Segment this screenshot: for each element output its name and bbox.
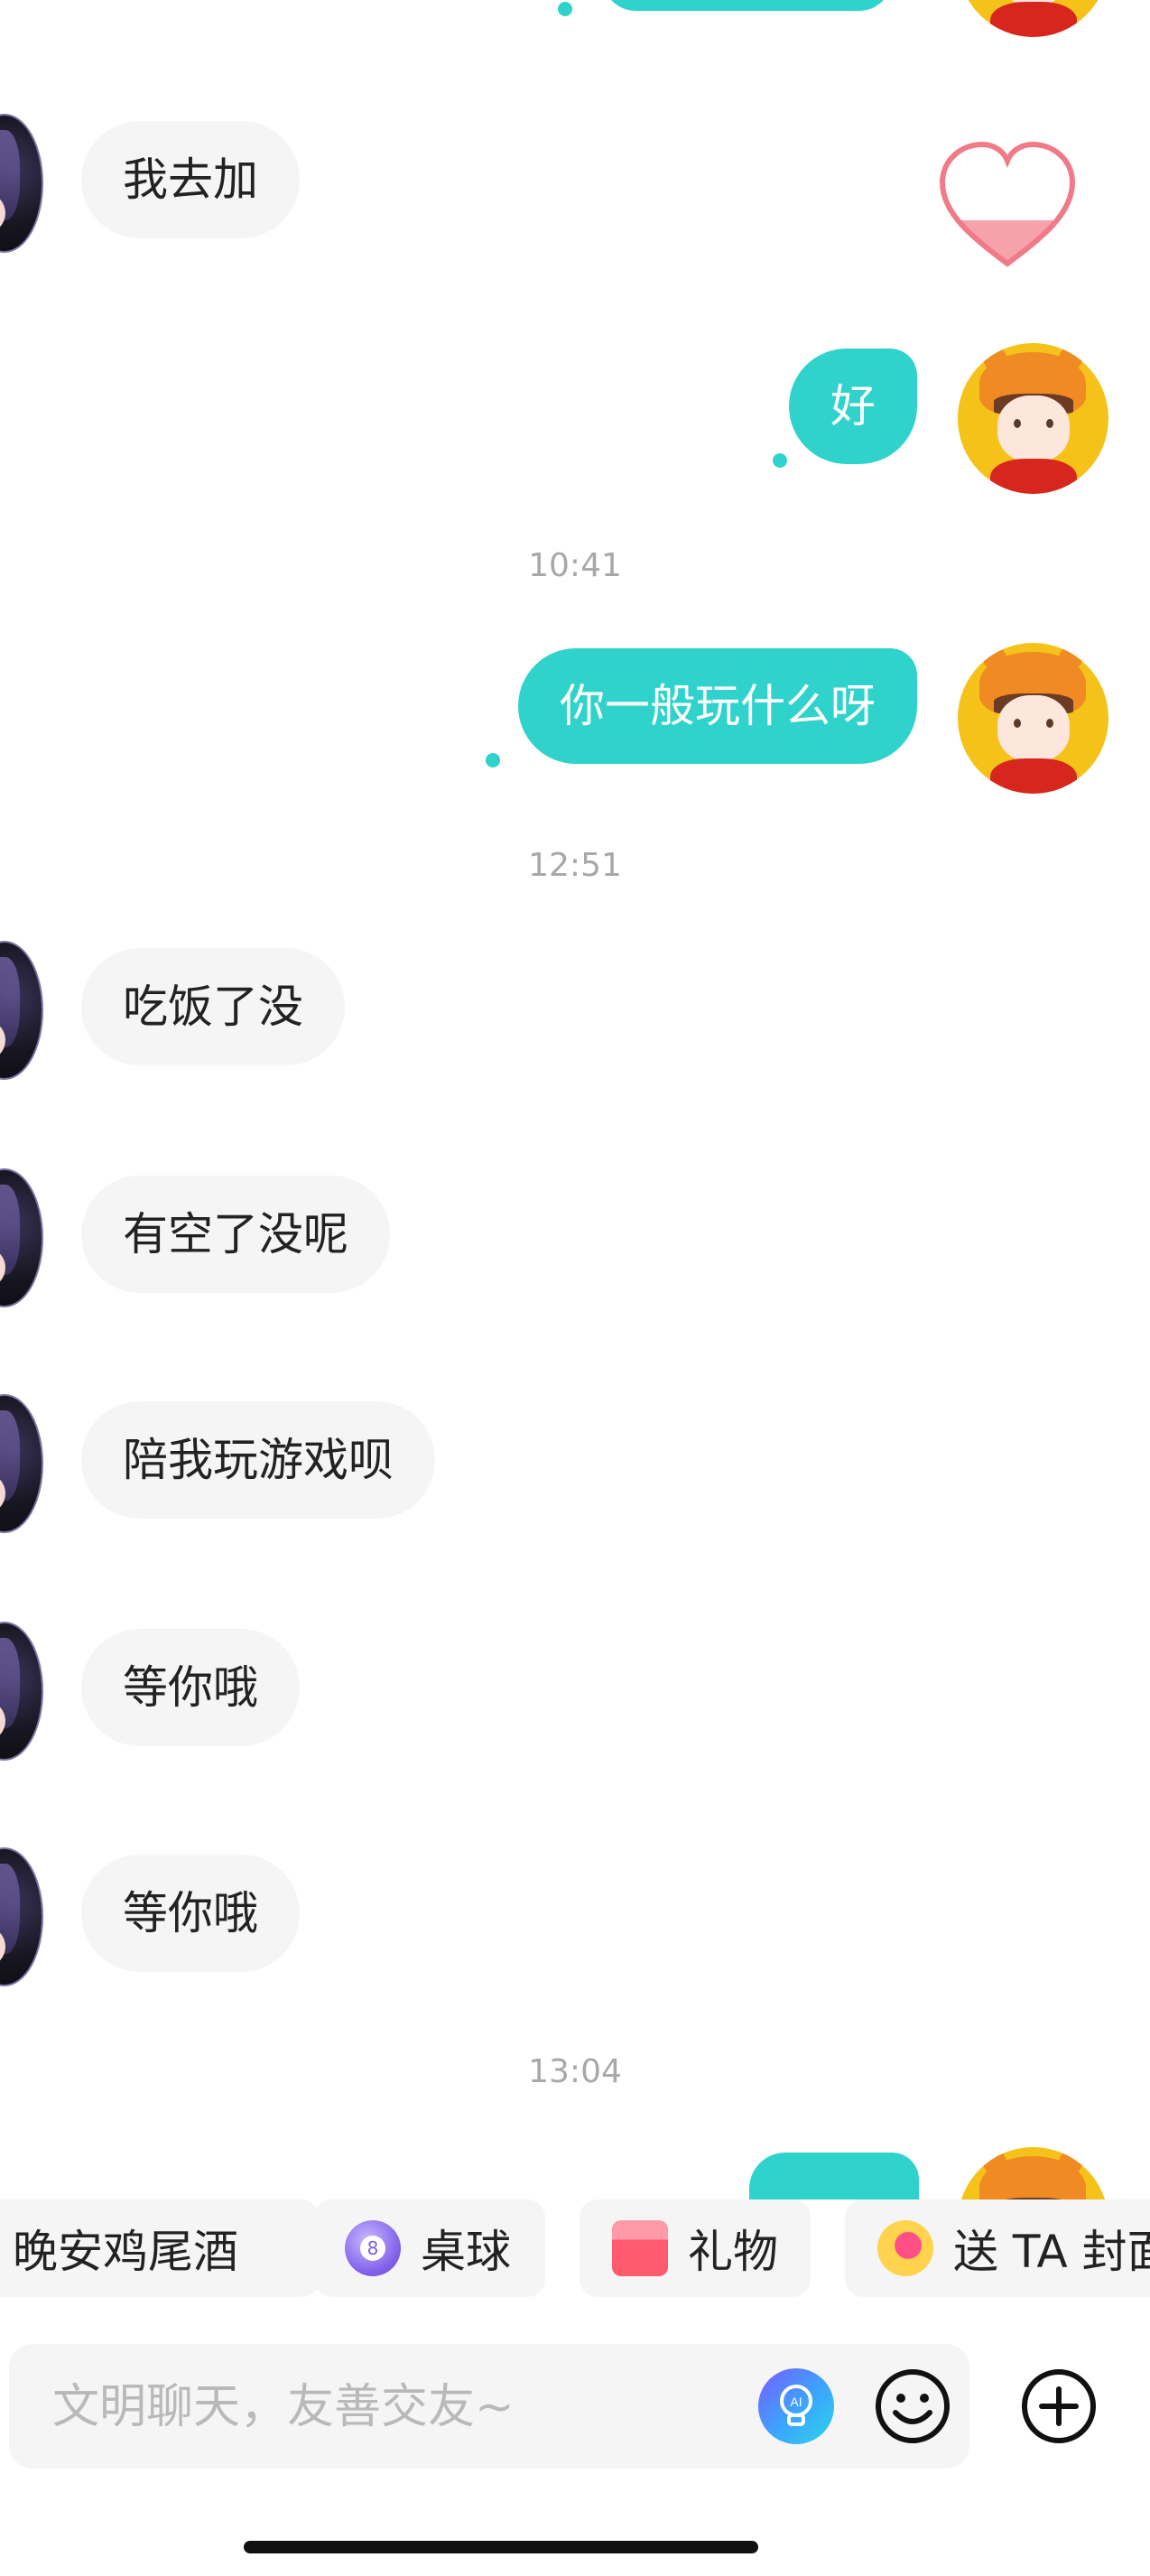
timestamp: 10:41 [528, 547, 622, 584]
chip-label: 晚安鸡尾酒 [13, 2226, 238, 2278]
contact-avatar[interactable] [0, 1622, 43, 1761]
my-avatar[interactable] [958, 343, 1108, 494]
contact-avatar[interactable] [0, 1847, 43, 1986]
message-bubble-incoming: 等你哦 [81, 1629, 300, 1746]
home-indicator[interactable] [244, 2541, 758, 2553]
message-bubble-outgoing-partial [749, 2153, 919, 2199]
chip-label: 送 TA 封面 [953, 2226, 1150, 2278]
billiard-ball-icon: 8 [345, 2220, 401, 2276]
input-row: AI [0, 2344, 1150, 2470]
message-bubble-incoming: 吃饭了没 [81, 948, 345, 1065]
my-avatar-partial [958, 2147, 1108, 2199]
message-bubble-outgoing-partial [603, 0, 892, 11]
chip-label: 桌球 [421, 2226, 511, 2278]
message-bubble-incoming: 等你哦 [81, 1855, 300, 1972]
chip-goodnight-cocktail[interactable]: 晚安鸡尾酒 [0, 2199, 320, 2297]
heart-speech-icon [877, 2220, 933, 2276]
message-bubble-incoming: 陪我玩游戏呗 [81, 1401, 435, 1519]
emoji-icon[interactable] [874, 2367, 951, 2445]
message-bubble-incoming: 有空了没呢 [81, 1176, 390, 1293]
quick-action-bar: 晚安鸡尾酒 8 桌球 礼物 送 TA 封面 [0, 2199, 1150, 2299]
plus-icon[interactable] [1020, 2367, 1098, 2445]
chip-gift[interactable]: 礼物 [580, 2199, 811, 2297]
heart-icon[interactable] [935, 137, 1080, 273]
ai-lightbulb-icon[interactable]: AI [758, 2368, 834, 2444]
contact-avatar[interactable] [0, 941, 43, 1080]
message-tail-dot [558, 2, 572, 16]
gift-icon [612, 2220, 668, 2276]
contact-avatar[interactable] [0, 1394, 43, 1533]
my-avatar[interactable] [958, 643, 1108, 794]
message-tail-dot [773, 453, 787, 468]
contact-avatar[interactable] [0, 114, 43, 253]
message-bubble-outgoing: 好 [789, 349, 917, 464]
message-input[interactable] [51, 2344, 722, 2470]
message-input-container: AI [9, 2344, 969, 2470]
my-avatar[interactable] [958, 0, 1108, 37]
timestamp: 13:04 [528, 2053, 622, 2090]
svg-text:AI: AI [790, 2395, 802, 2409]
message-tail-dot [486, 753, 500, 767]
timestamp: 12:51 [528, 847, 622, 884]
contact-avatar[interactable] [0, 1168, 43, 1307]
message-bubble-incoming: 我去加 [81, 121, 300, 238]
chip-send-cover[interactable]: 送 TA 封面 [845, 2199, 1150, 2297]
chip-billiards[interactable]: 8 桌球 [314, 2199, 545, 2297]
chip-label: 礼物 [688, 2226, 778, 2278]
message-bubble-outgoing: 你一般玩什么呀 [518, 648, 917, 764]
